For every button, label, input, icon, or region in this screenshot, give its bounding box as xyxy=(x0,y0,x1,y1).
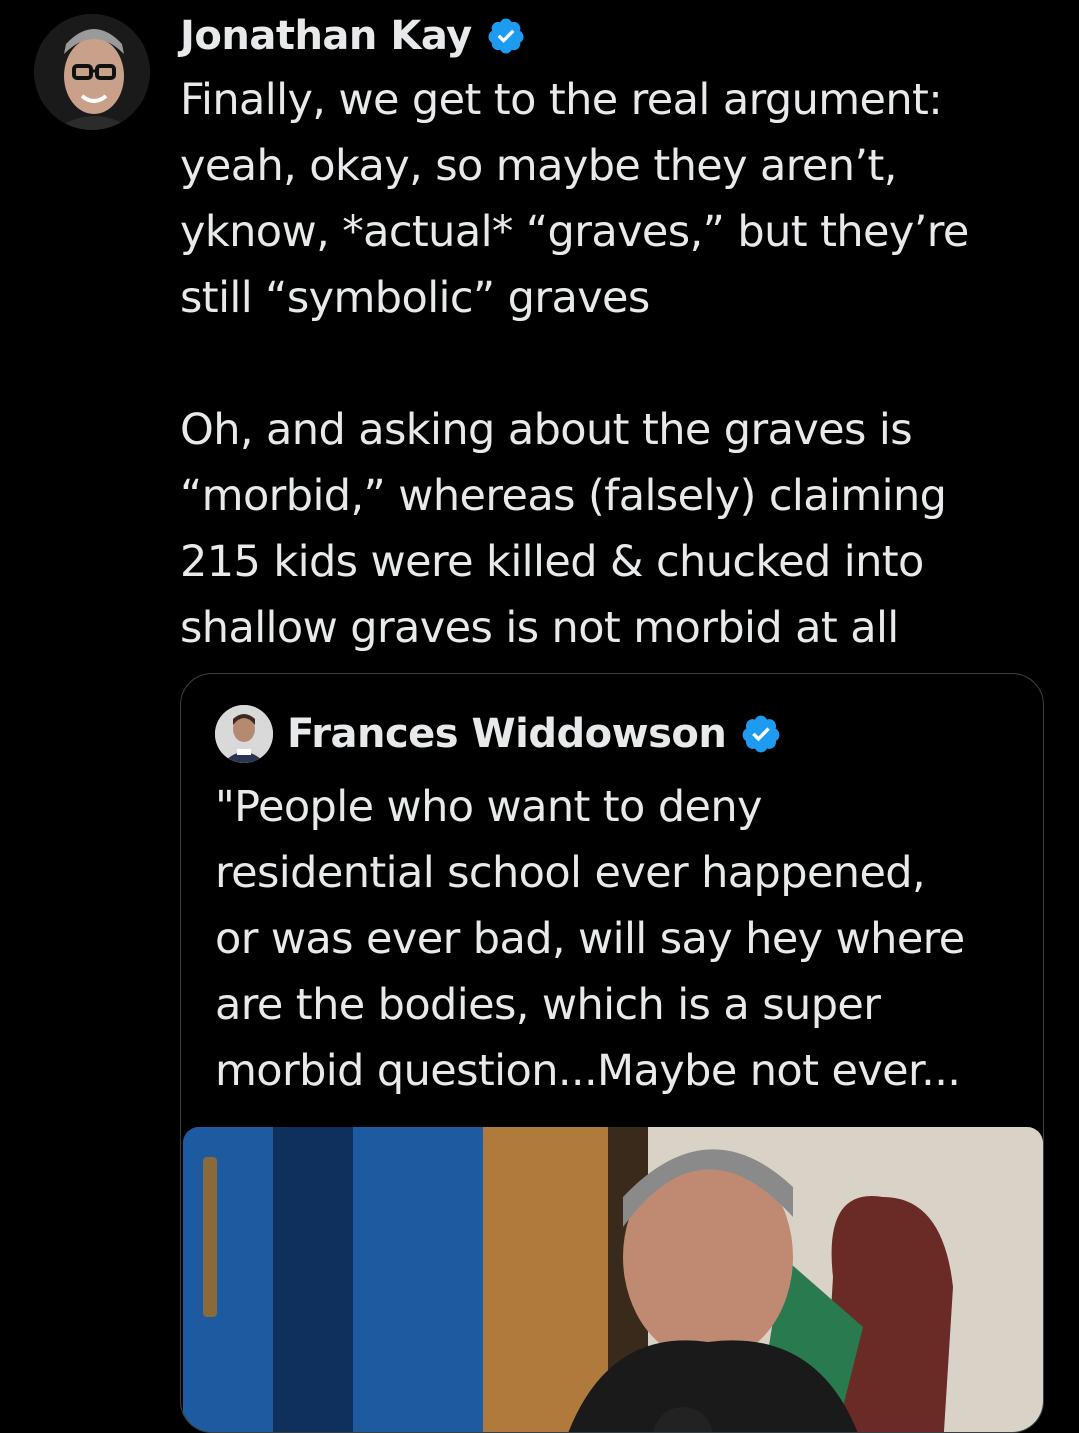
tweet-line: yknow, *actual* “graves,” but they’re xyxy=(180,207,969,257)
quoted-tweet-card[interactable]: Frances Widdowson "People who want to de… xyxy=(180,673,1044,1433)
quoted-author-name[interactable]: Frances Widdowson xyxy=(287,711,727,757)
tweet-text: Finally, we get to the real argument: ye… xyxy=(180,67,1060,661)
quoted-line: are the bodies, which is a super xyxy=(215,980,881,1030)
tweet-line: shallow graves is not morbid at all xyxy=(180,603,899,653)
tweet-line: Finally, we get to the real argument: xyxy=(180,75,943,125)
quoted-line: morbid question...Maybe not ever... xyxy=(215,1046,961,1096)
quoted-line: residential school ever happened, xyxy=(215,848,926,898)
verified-badge-icon xyxy=(488,18,524,54)
quoted-author-avatar[interactable] xyxy=(215,705,273,763)
author-avatar[interactable] xyxy=(34,14,150,130)
tweet-line: Oh, and asking about the graves is xyxy=(180,405,913,455)
quoted-line: or was ever bad, will say hey where xyxy=(215,914,965,964)
verified-badge-icon xyxy=(742,715,780,753)
tweet-header: Jonathan Kay xyxy=(180,6,526,66)
quoted-tweet-text: "People who want to deny residential sch… xyxy=(215,774,1025,1104)
quoted-line: "People who want to deny xyxy=(215,782,762,832)
tweet-line: 215 kids were killed & chucked into xyxy=(180,537,924,587)
quoted-media[interactable] xyxy=(183,1127,1043,1432)
tweet: Jonathan Kay Finally, we get to the real… xyxy=(0,0,1079,1433)
author-name[interactable]: Jonathan Kay xyxy=(180,13,472,59)
quoted-tweet-header: Frances Widdowson xyxy=(215,704,782,764)
tweet-line: “morbid,” whereas (falsely) claiming xyxy=(180,471,947,521)
profile-photo-icon xyxy=(215,705,273,763)
video-thumbnail-icon xyxy=(183,1127,1043,1432)
tweet-line: yeah, okay, so maybe they aren’t, xyxy=(180,141,897,191)
tweet-line: still “symbolic” graves xyxy=(180,273,650,323)
profile-photo-icon xyxy=(34,14,150,130)
